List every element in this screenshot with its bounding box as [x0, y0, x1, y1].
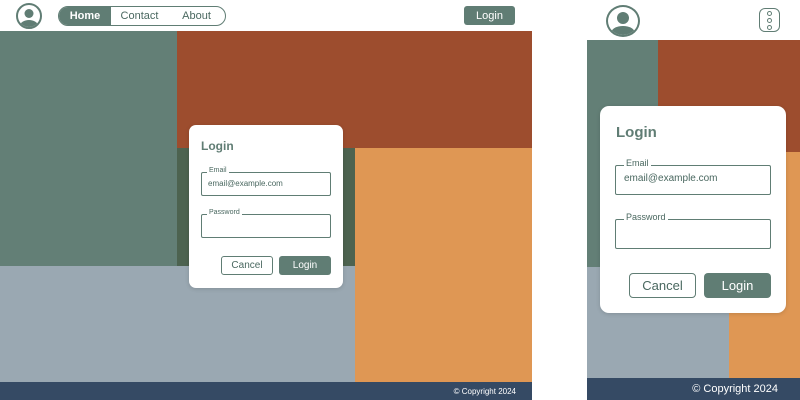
user-avatar-icon[interactable]: [16, 3, 42, 29]
menu-dot-icon: [767, 17, 772, 23]
copyright-text: © Copyright 2024: [692, 383, 778, 395]
password-label: Password: [624, 212, 668, 222]
email-label: Email: [624, 158, 651, 168]
email-value: email@example.com: [624, 173, 718, 184]
login-submit-button[interactable]: Login: [279, 256, 331, 275]
footer: © Copyright 2024: [0, 382, 532, 400]
user-avatar-icon[interactable]: [606, 5, 640, 37]
login-dialog: Login Email email@example.com Password C…: [600, 106, 786, 313]
email-field[interactable]: Email email@example.com: [201, 167, 331, 196]
vertical-dots-menu-icon[interactable]: [759, 8, 780, 32]
footer: © Copyright 2024: [587, 378, 800, 400]
header-login-button[interactable]: Login: [464, 6, 515, 25]
login-dialog: Login Email email@example.com Password C…: [189, 125, 343, 288]
copyright-text: © Copyright 2024: [453, 386, 516, 396]
mobile-layout: Login Email email@example.com Password C…: [587, 0, 800, 400]
header-bar: Home Contact About Login: [0, 0, 532, 31]
password-label: Password: [207, 209, 242, 217]
block-orange: [355, 148, 532, 382]
block-sage: [0, 31, 177, 266]
email-label: Email: [207, 167, 229, 175]
login-submit-button[interactable]: Login: [704, 273, 771, 298]
nav-home[interactable]: Home: [59, 7, 111, 25]
email-field[interactable]: Email email@example.com: [615, 158, 771, 195]
password-field[interactable]: Password: [615, 212, 771, 249]
password-field[interactable]: Password: [201, 209, 331, 238]
cancel-button[interactable]: Cancel: [221, 256, 273, 275]
header-bar: [587, 0, 800, 40]
email-value: email@example.com: [208, 179, 283, 188]
nav-contact[interactable]: Contact: [111, 7, 168, 25]
nav-tabs: Home Contact About: [58, 6, 226, 26]
nav-about[interactable]: About: [168, 7, 225, 25]
desktop-layout: Home Contact About Login Login Email ema…: [0, 0, 532, 400]
cancel-button[interactable]: Cancel: [629, 273, 696, 298]
menu-dot-icon: [767, 10, 772, 16]
login-dialog-title: Login: [201, 139, 234, 153]
menu-dot-icon: [767, 24, 772, 30]
login-dialog-title: Login: [616, 124, 657, 141]
